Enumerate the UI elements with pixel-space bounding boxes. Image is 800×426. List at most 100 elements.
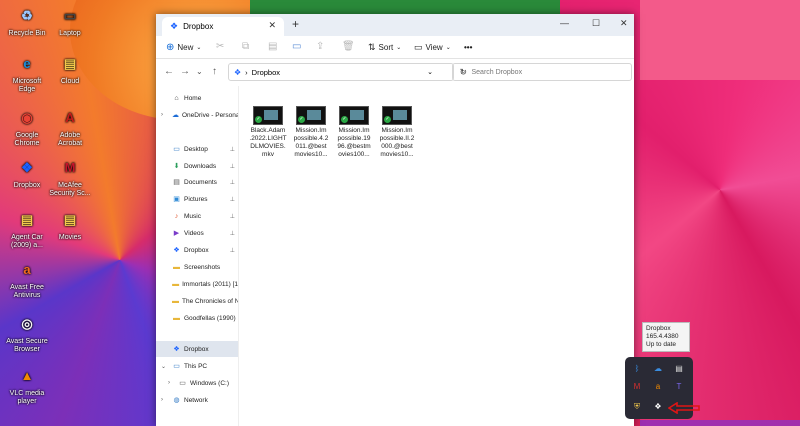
expand-chevron-icon[interactable]: ⌄ — [161, 363, 166, 370]
up-icon[interactable]: ↑ — [212, 66, 217, 77]
desktop-icon[interactable]: ◉ Google Chrome — [5, 106, 49, 148]
teams-icon[interactable]: T — [673, 381, 685, 393]
cut-icon[interactable]: ✂ — [216, 41, 224, 52]
onedrive-icon[interactable]: ☁ — [652, 363, 664, 375]
file-item[interactable]: ✓ Black.Adam .2022.LIGHT DLMOVIES. mkv — [246, 106, 290, 159]
sidebar-item[interactable]: ⬇ Downloads ⊥ — [156, 158, 238, 174]
sidebar-item[interactable]: ▣ Pictures ⊥ — [156, 191, 238, 207]
desktop-icon-label: Recycle Bin — [8, 30, 46, 37]
expand-chevron-icon[interactable]: › — [161, 397, 163, 403]
address-bar[interactable]: ❖ › Dropbox ⌄ ↻ — [228, 63, 467, 81]
address-dropdown-icon[interactable]: ⌄ — [427, 68, 433, 76]
desktop-icon[interactable]: ▲ VLC media player — [5, 364, 49, 406]
sidebar-item[interactable]: › ☁ OneDrive - Personal — [156, 107, 238, 123]
sidebar-item-label: Documents — [184, 178, 217, 186]
folder-icon: ▤ — [173, 179, 180, 186]
desktop-icon[interactable]: A Adobe Acrobat — [48, 106, 92, 148]
desktop-icon[interactable]: ▤ Agent Car (2009) a... — [5, 208, 49, 250]
expand-chevron-icon[interactable]: › — [168, 380, 170, 386]
sidebar-item-label: Pictures — [184, 195, 208, 203]
sidebar-item[interactable]: ▬ Screenshots — [156, 259, 238, 275]
sidebar-item[interactable]: › ◍ Network — [156, 392, 238, 408]
sidebar-item[interactable]: ▬ Goodfellas (1990) — [156, 310, 238, 326]
new-button[interactable]: ⊕ New ⌄ — [166, 42, 201, 53]
chevron-down-icon: ⌄ — [196, 44, 202, 51]
minimize-button[interactable]: — — [560, 18, 569, 28]
desktop-icon[interactable]: ◎ Avast Secure Browser — [5, 312, 49, 354]
sidebar-item[interactable]: ▬ The Chronicles of N — [156, 293, 238, 309]
tab-dropbox[interactable]: ❖ Dropbox ✕ — [162, 17, 284, 36]
expand-chevron-icon[interactable]: › — [161, 112, 163, 118]
sidebar-item[interactable]: ♪ Music ⊥ — [156, 208, 238, 224]
sidebar-item[interactable]: ❖ Dropbox — [156, 341, 238, 357]
sidebar-item[interactable]: ▬ Immortals (2011) [1 — [156, 276, 238, 292]
chevron-down-icon: ⌄ — [396, 44, 402, 51]
desktop-icon[interactable]: ▤ Movies — [48, 208, 92, 242]
desktop-icon[interactable]: e Microsoft Edge — [5, 52, 49, 94]
sidebar-item[interactable]: ❖ Dropbox ⊥ — [156, 242, 238, 258]
recent-locations-icon[interactable]: ⌄ — [196, 67, 203, 76]
file-name-line: 011.@best — [295, 143, 327, 150]
search-box[interactable]: ⌕ Search Dropbox — [452, 63, 632, 81]
file-item[interactable]: ✓ Mission.Im possible.II.2 000.@best movies1… — [375, 106, 419, 159]
desktop-icon[interactable]: ▭ Laptop — [48, 4, 92, 38]
sidebar-item[interactable]: ▶ Videos ⊥ — [156, 225, 238, 241]
sidebar-item-label: Home — [184, 94, 202, 102]
command-bar: ⊕ New ⌄ ✂ ⧉ ▤ ▭ ⇪ 🗑 ⇅ Sort ⌄ ▭ View ⌄ ••… — [156, 36, 634, 59]
paste-icon[interactable]: ▤ — [268, 41, 277, 52]
sidebar-item-label: Windows (C:) — [190, 379, 230, 387]
thumbnail-image — [350, 110, 364, 120]
copy-icon[interactable]: ⧉ — [242, 41, 249, 52]
forward-icon[interactable]: → — [180, 66, 190, 77]
sort-button[interactable]: ⇅ Sort ⌄ — [368, 42, 401, 53]
sidebar-item[interactable]: ⌄ ▭ This PC — [156, 358, 238, 374]
desktop-icon-label: McAfee Security Sc... — [49, 182, 91, 197]
dropbox-icon[interactable]: ❖ — [652, 401, 664, 413]
sidebar-item-label: Music — [184, 212, 201, 220]
file-item[interactable]: ✓ Mission.Im possible.4.2 011.@best movies10… — [289, 106, 333, 159]
mcafee-icon[interactable]: M — [631, 381, 643, 393]
back-icon[interactable]: ← — [164, 66, 174, 77]
file-name-line: DLMOVIES. — [250, 143, 286, 150]
desktop-icon-label: Avast Free Antivirus — [10, 284, 44, 299]
bluetooth-icon[interactable]: ᛒ — [631, 363, 643, 375]
desktop-icon-label: Cloud — [60, 78, 80, 85]
file-explorer-window: ❖ Dropbox ✕ + — ☐ ✕ ⊕ New ⌄ ✂ ⧉ ▤ ▭ ⇪ 🗑 … — [156, 14, 634, 426]
view-button[interactable]: ▭ View ⌄ — [414, 42, 451, 53]
file-name-line: movies10... — [294, 151, 328, 158]
share-icon[interactable]: ⇪ — [316, 41, 324, 52]
desktop-app-icon: ▭ — [63, 8, 77, 23]
rename-icon[interactable]: ▭ — [292, 41, 301, 52]
video-thumbnail: ✓ — [296, 106, 326, 125]
sidebar-item[interactable]: › ▭ Windows (C:) — [156, 375, 238, 391]
desktop-icon[interactable]: ❖ Dropbox — [5, 156, 49, 190]
desktop-icon[interactable]: a Avast Free Antivirus — [5, 258, 49, 300]
sidebar-item[interactable]: ▤ Documents ⊥ — [156, 174, 238, 190]
file-item[interactable]: ✓ Mission.Im possible.19 96.@bestm ovies100.… — [332, 106, 376, 159]
security-icon[interactable]: ⛨ — [631, 401, 643, 413]
file-name-line: movies10... — [380, 151, 414, 158]
delete-icon[interactable]: 🗑 — [342, 41, 355, 52]
desktop-app-icon: ❖ — [21, 160, 33, 175]
desktop-icon[interactable]: ♻ Recycle Bin — [5, 4, 49, 38]
new-tab-button[interactable]: + — [292, 17, 299, 31]
display-icon[interactable]: ▤ — [673, 363, 685, 375]
desktop-icon-label: Adobe Acrobat — [57, 132, 83, 147]
dropbox-tooltip: Dropbox 165.4.4380 Up to date — [642, 322, 690, 352]
pin-icon: ⊥ — [229, 213, 235, 220]
sidebar-item[interactable]: ▭ Desktop ⊥ — [156, 141, 238, 157]
avast-icon[interactable]: a — [652, 381, 664, 393]
close-window-button[interactable]: ✕ — [620, 18, 628, 29]
folder-icon: ▬ — [172, 297, 179, 305]
more-options-button[interactable]: ••• — [464, 43, 472, 52]
close-tab-icon[interactable]: ✕ — [268, 20, 276, 31]
thumbnail-image — [307, 110, 321, 120]
sidebar-item[interactable]: ⌂ Home — [156, 90, 238, 106]
desktop-app-icon: ▤ — [63, 56, 77, 71]
desktop-icon[interactable]: M McAfee Security Sc... — [48, 156, 92, 198]
desktop-icon[interactable]: ▤ Cloud — [48, 52, 92, 86]
desktop-icon-label: Laptop — [59, 30, 81, 37]
maximize-button[interactable]: ☐ — [592, 18, 600, 29]
dropbox-icon: ❖ — [234, 67, 242, 77]
synced-check-icon: ✓ — [384, 116, 391, 123]
